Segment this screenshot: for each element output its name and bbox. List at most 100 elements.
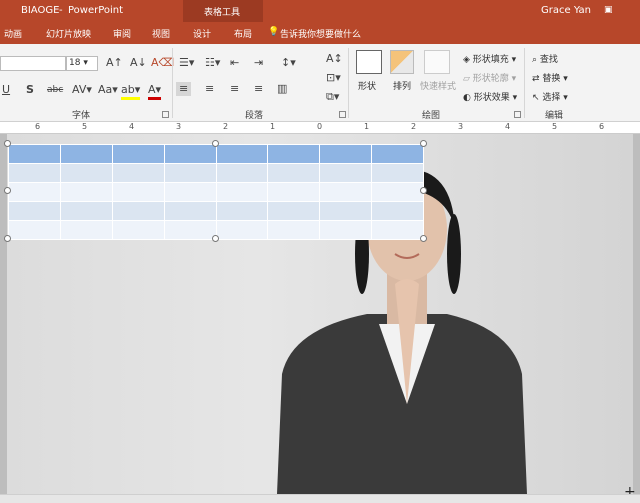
- table-cell[interactable]: [59, 220, 113, 240]
- table-cell[interactable]: [163, 220, 217, 240]
- table-cell[interactable]: [8, 163, 61, 183]
- shapes-button[interactable]: 形状: [358, 79, 376, 92]
- table-cell[interactable]: [371, 144, 424, 164]
- table-cell[interactable]: [267, 220, 321, 240]
- columns-icon[interactable]: ▥: [277, 82, 287, 96]
- smartart-icon[interactable]: ⧉▾: [326, 90, 339, 104]
- font-color-icon[interactable]: A▾: [148, 83, 162, 100]
- strikethrough-icon[interactable]: abc: [47, 83, 63, 97]
- grow-font-icon[interactable]: A↑: [106, 56, 123, 70]
- arrange-button[interactable]: 排列: [393, 79, 411, 92]
- shape-outline-button[interactable]: ▱ 形状轮廓 ▾: [463, 71, 516, 84]
- user-name[interactable]: Grace Yan: [541, 5, 591, 16]
- table-cell[interactable]: [215, 220, 269, 240]
- horizontal-ruler[interactable]: 6 5 4 3 2 1 0 1 2 3 4 5 6: [0, 122, 640, 134]
- table-cell[interactable]: [371, 220, 424, 240]
- table-cell[interactable]: [267, 201, 321, 221]
- resize-handle[interactable]: [420, 187, 427, 194]
- justify-icon[interactable]: ≡: [254, 82, 263, 96]
- resize-handle[interactable]: [212, 140, 219, 147]
- table-cell[interactable]: [59, 182, 113, 202]
- table-cell[interactable]: [8, 220, 61, 240]
- table-cell[interactable]: [111, 220, 165, 240]
- table-cell[interactable]: [319, 220, 373, 240]
- align-text-icon[interactable]: ⊡▾: [326, 71, 341, 85]
- table-cell[interactable]: [371, 163, 424, 183]
- tab-design[interactable]: 设计: [193, 27, 211, 40]
- table-row[interactable]: [8, 201, 424, 221]
- table-cell[interactable]: [111, 163, 165, 183]
- tab-layout[interactable]: 布局: [234, 27, 252, 40]
- paragraph-launcher-icon[interactable]: [339, 111, 346, 118]
- font-name-box[interactable]: [0, 56, 66, 71]
- table-cell[interactable]: [319, 144, 373, 164]
- table-cell[interactable]: [111, 182, 165, 202]
- table-cell[interactable]: [59, 144, 113, 164]
- align-center-icon[interactable]: ≡: [205, 82, 214, 96]
- table-row[interactable]: [8, 163, 424, 183]
- quick-styles-button[interactable]: 快速样式: [420, 79, 456, 92]
- table-cell[interactable]: [163, 201, 217, 221]
- decrease-indent-icon[interactable]: ⇤: [230, 56, 239, 70]
- table-cell[interactable]: [319, 163, 373, 183]
- change-case-icon[interactable]: Aa▾: [98, 83, 118, 97]
- table-cell[interactable]: [267, 182, 321, 202]
- text-direction-icon[interactable]: A↕: [326, 52, 343, 66]
- table-cell[interactable]: [59, 201, 113, 221]
- shape-fill-button[interactable]: ◈ 形状填充 ▾: [463, 52, 516, 65]
- shape-effects-button[interactable]: ◐ 形状效果 ▾: [463, 90, 517, 103]
- table-cell[interactable]: [319, 182, 373, 202]
- table-cell[interactable]: [267, 144, 321, 164]
- table-cell[interactable]: [163, 163, 217, 183]
- align-left-icon[interactable]: ≡: [176, 82, 192, 96]
- resize-handle[interactable]: [212, 235, 219, 242]
- table-cell[interactable]: [215, 182, 269, 202]
- table-row[interactable]: [8, 182, 424, 202]
- highlight-icon[interactable]: ab▾: [121, 83, 141, 100]
- resize-handle[interactable]: [4, 187, 11, 194]
- table-cell[interactable]: [8, 182, 61, 202]
- shrink-font-icon[interactable]: A↓: [130, 56, 147, 70]
- char-spacing-icon[interactable]: AV▾: [72, 83, 92, 97]
- table-cell[interactable]: [111, 201, 165, 221]
- drawing-launcher-icon[interactable]: [514, 111, 521, 118]
- table-cell[interactable]: [371, 182, 424, 202]
- table-cell[interactable]: [163, 144, 217, 164]
- line-spacing-icon[interactable]: ↕▾: [281, 56, 296, 70]
- table-cell[interactable]: [215, 201, 269, 221]
- table-cell[interactable]: [267, 163, 321, 183]
- table-row[interactable]: [8, 144, 424, 164]
- resize-handle[interactable]: [4, 235, 11, 242]
- tab-view[interactable]: 视图: [152, 27, 170, 40]
- find-button[interactable]: ⌕ 查找: [532, 52, 558, 65]
- replace-button[interactable]: ⇄ 替换 ▾: [532, 71, 568, 84]
- increase-indent-icon[interactable]: ⇥: [254, 56, 263, 70]
- underline-icon[interactable]: U: [2, 83, 10, 97]
- tab-animation[interactable]: 动画: [4, 27, 22, 40]
- table-cell[interactable]: [8, 201, 61, 221]
- table-cell[interactable]: [8, 144, 61, 164]
- table-cell[interactable]: [163, 182, 217, 202]
- clear-format-icon[interactable]: A⌫: [151, 56, 174, 70]
- numbering-icon[interactable]: ☷▾: [205, 56, 220, 70]
- select-button[interactable]: ↖ 选择 ▾: [532, 90, 568, 103]
- table-cell[interactable]: [59, 163, 113, 183]
- ribbon-display-icon[interactable]: ▣: [604, 5, 613, 15]
- resize-handle[interactable]: [420, 235, 427, 242]
- table-cell[interactable]: [371, 201, 424, 221]
- bullets-icon[interactable]: ☰▾: [179, 56, 194, 70]
- table-cell[interactable]: [319, 201, 373, 221]
- font-size-box[interactable]: 18 ▾: [66, 56, 98, 71]
- align-right-icon[interactable]: ≡: [230, 82, 239, 96]
- tell-me-box[interactable]: 告诉我你想要做什么: [280, 27, 361, 40]
- font-launcher-icon[interactable]: [162, 111, 169, 118]
- resize-handle[interactable]: [420, 140, 427, 147]
- selected-table[interactable]: [8, 144, 424, 240]
- tab-slideshow[interactable]: 幻灯片放映: [46, 27, 91, 40]
- table-cell[interactable]: [215, 163, 269, 183]
- shadow-icon[interactable]: S: [26, 83, 34, 97]
- table-cell[interactable]: [111, 144, 165, 164]
- table-cell[interactable]: [215, 144, 269, 164]
- tab-review[interactable]: 审阅: [113, 27, 131, 40]
- resize-handle[interactable]: [4, 140, 11, 147]
